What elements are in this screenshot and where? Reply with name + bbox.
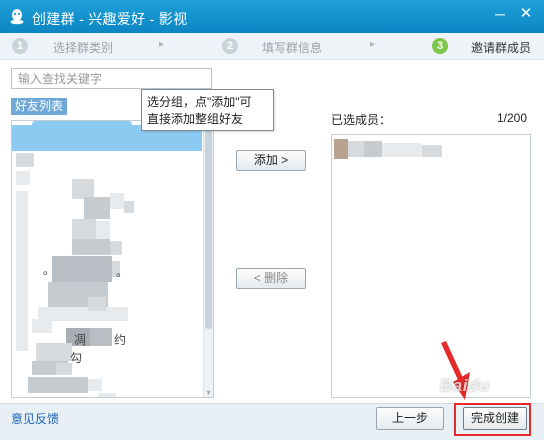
friend-list-tab[interactable]: 好友列表 (11, 98, 68, 115)
selected-members-label: 已选成员： (331, 113, 392, 127)
tooltip-line-2: 直接添加整组好友 (147, 112, 244, 126)
window-title: 创建群 - 兴趣爱好 - 影视 (32, 11, 188, 27)
blurred-pixels (382, 143, 422, 157)
blurred-text-fragment: 勾 (70, 351, 83, 365)
blurred-pixels (16, 153, 34, 167)
blurred-text-fragment: 。 (116, 265, 129, 279)
close-button[interactable]: ✕ (514, 4, 538, 24)
step-2-label: 填写群信息 (262, 41, 323, 55)
blurred-pixels (348, 141, 364, 157)
minimize-button[interactable]: ─ (488, 4, 512, 24)
title-bar: 创建群 - 兴趣爱好 - 影视 ─ ✕ (0, 0, 544, 33)
previous-step-button[interactable]: 上一步 (376, 407, 444, 430)
blurred-pixels (36, 343, 72, 361)
blurred-pixels (422, 145, 442, 157)
blurred-pixels (16, 171, 30, 185)
scroll-down-icon[interactable]: ▾ (205, 389, 212, 397)
tooltip: 选分组，点"添加"可 直接添加整组好友 (141, 89, 274, 131)
blurred-pixels (88, 297, 106, 311)
blurred-pixels (72, 239, 110, 255)
blurred-pixels (72, 179, 94, 199)
blurred-pixels (124, 201, 134, 213)
blurred-text-fragment: 凋 (74, 333, 87, 347)
step-1-label: 选择群类别 (53, 41, 114, 55)
blurred-pixels (72, 219, 96, 241)
selected-members-count: 1/200 (497, 111, 528, 125)
step-3-number: 3 (432, 38, 448, 54)
blurred-pixels (32, 319, 52, 333)
blurred-pixels (52, 256, 112, 282)
blurred-pixels (364, 141, 382, 157)
add-button[interactable]: 添加 > (236, 150, 306, 171)
feedback-link[interactable]: 意见反馈 (11, 410, 59, 427)
tooltip-line-1: 选分组，点"添加"可 (147, 95, 252, 109)
step-bar: 1 选择群类别 ▸ 2 填写群信息 ▸ 3 邀请群成员 (0, 33, 544, 60)
step-arrow-icon: ▸ (159, 39, 165, 50)
selected-member-row[interactable] (332, 137, 530, 161)
blurred-pixels (16, 191, 28, 351)
step-arrow-icon: ▸ (370, 39, 376, 50)
blurred-pixels (110, 241, 122, 255)
search-input[interactable] (11, 68, 212, 89)
blurred-pixels (88, 379, 102, 391)
friend-list[interactable]: 。 。 凋 约 勾 ▾ (11, 120, 214, 398)
blurred-pixels (84, 197, 110, 219)
blurred-pixels (90, 328, 112, 346)
step-1-number: 1 (12, 38, 28, 54)
blurred-text-fragment: 约 (114, 333, 127, 347)
selected-members-list[interactable] (331, 134, 531, 398)
blurred-pixels (98, 393, 116, 397)
avatar (334, 139, 348, 159)
scrollbar-thumb[interactable] (205, 129, 212, 329)
blurred-pixels (28, 377, 88, 393)
delete-button[interactable]: < 删除 (236, 268, 306, 289)
step-3-label: 邀请群成员 (471, 41, 532, 55)
blurred-pixels (96, 221, 110, 239)
group-tab-shape (32, 121, 132, 127)
step-2-number: 2 (222, 38, 238, 54)
blurred-text-fragment: 。 (43, 263, 56, 277)
highlight-box (454, 403, 531, 436)
watermark: Baidu (440, 376, 490, 395)
friend-list-scrollbar[interactable]: ▾ (203, 121, 213, 397)
qq-penguin-icon (10, 9, 24, 25)
blurred-pixels (110, 193, 124, 209)
